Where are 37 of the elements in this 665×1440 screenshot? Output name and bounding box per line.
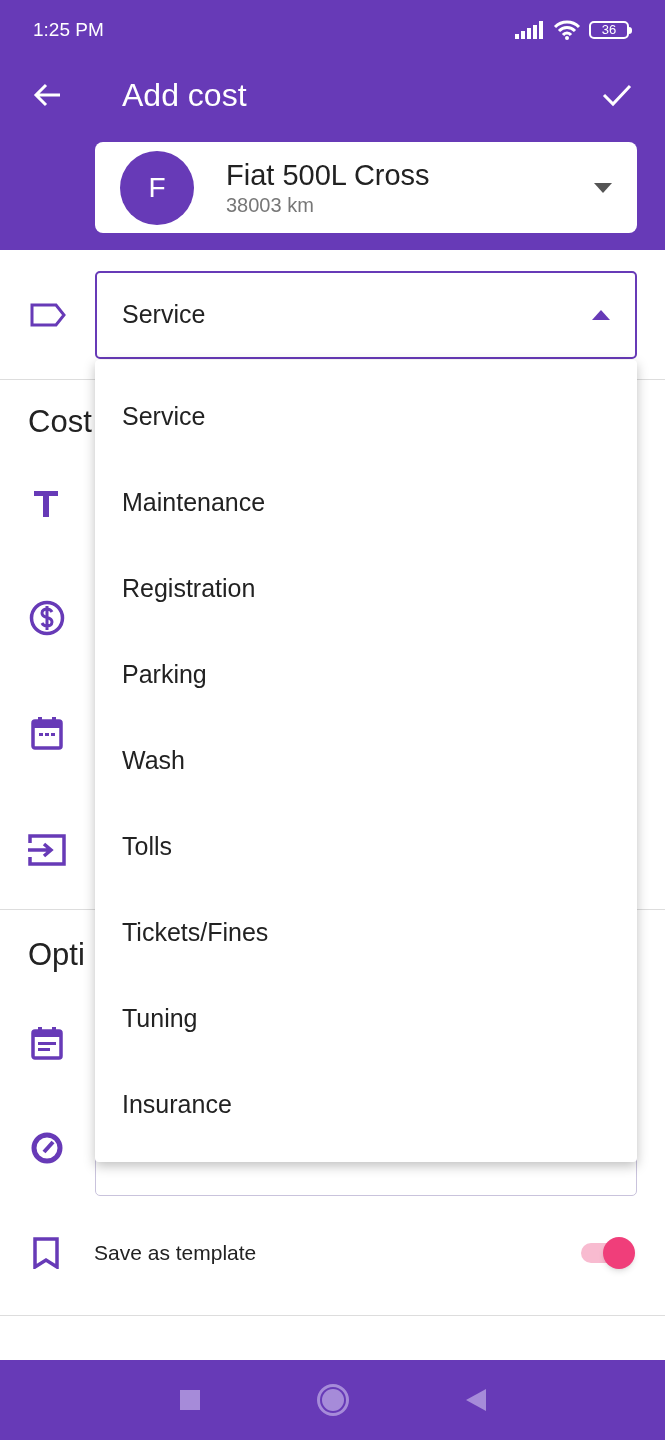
recents-icon[interactable]: [179, 1390, 200, 1410]
dollar-circle-icon: [29, 599, 65, 636]
input-arrow-icon: [28, 833, 66, 866]
menu-item[interactable]: Tuning: [95, 976, 637, 1062]
section-title: Cost: [28, 402, 92, 441]
bookmark-icon: [33, 1236, 59, 1269]
vehicle-avatar: F: [120, 150, 194, 225]
wifi-icon: [553, 20, 581, 40]
calendar-note-icon: [31, 1025, 63, 1060]
menu-item[interactable]: Registration: [95, 546, 637, 632]
dropdown-caret-icon: [594, 182, 612, 193]
tag-icon: [30, 302, 66, 327]
menu-item[interactable]: Tickets/Fines: [95, 890, 637, 976]
save-template-label: Save as template: [94, 1239, 258, 1266]
vehicle-selector[interactable]: F Fiat 500L Cross 38003 km: [95, 142, 637, 233]
category-dropdown[interactable]: Service: [95, 270, 637, 359]
vehicle-odometer: 38003 km: [226, 192, 315, 218]
vehicle-name: Fiat 500L Cross: [226, 157, 431, 192]
home-icon[interactable]: [316, 1384, 349, 1416]
speedometer-icon: [31, 1131, 63, 1164]
menu-item[interactable]: Insurance: [95, 1062, 637, 1148]
menu-item[interactable]: Wash: [95, 718, 637, 804]
status-time: 1:25 PM: [33, 17, 104, 42]
battery-icon: 36: [589, 21, 632, 39]
text-icon: [33, 488, 59, 517]
calendar-icon: [31, 715, 63, 750]
back-icon[interactable]: [465, 1389, 486, 1411]
menu-item[interactable]: Service: [95, 374, 637, 460]
menu-item[interactable]: Maintenance: [95, 460, 637, 546]
dropdown-caret-icon: [592, 309, 610, 320]
signal-icon: [515, 21, 545, 39]
menu-item[interactable]: Tolls: [95, 804, 637, 890]
screen-title: Add cost: [122, 76, 248, 115]
check-icon[interactable]: [602, 83, 632, 107]
section-title: Opti: [28, 935, 85, 974]
back-arrow-icon[interactable]: [33, 83, 61, 107]
menu-item[interactable]: Parking: [95, 632, 637, 718]
